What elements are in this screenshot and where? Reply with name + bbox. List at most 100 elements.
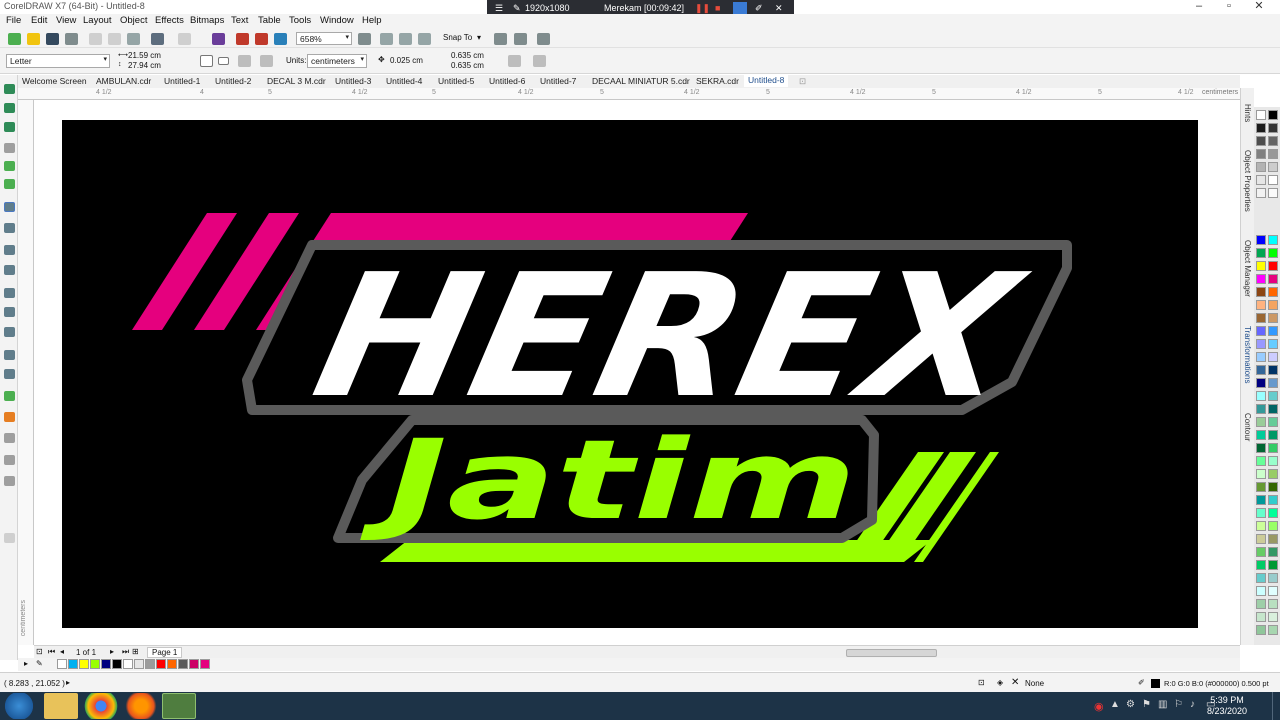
menu-window[interactable]: Window (320, 15, 354, 26)
tool-zoom-icon[interactable] (4, 143, 15, 153)
color-swatch[interactable] (1268, 123, 1278, 133)
coreldraw-icon[interactable] (162, 693, 196, 719)
color-swatch[interactable] (1256, 560, 1266, 570)
color-swatch[interactable] (1256, 469, 1266, 479)
color-swatch[interactable] (1256, 482, 1266, 492)
undo-icon[interactable] (151, 33, 164, 45)
color-swatch[interactable] (112, 659, 122, 669)
artwork-line2[interactable]: Jatim (359, 416, 857, 544)
horizontal-scrollbar-thumb[interactable] (846, 649, 937, 657)
add-page-icon[interactable]: ⊞ (132, 647, 139, 656)
color-swatch[interactable] (1256, 443, 1266, 453)
application-launcher-icon[interactable] (514, 33, 527, 45)
save-icon[interactable] (46, 33, 59, 45)
all-pages-icon[interactable] (238, 55, 251, 67)
color-swatch[interactable] (1256, 326, 1266, 336)
color-swatch[interactable] (1268, 274, 1278, 284)
color-swatch[interactable] (101, 659, 111, 669)
tool-transparency-icon[interactable] (4, 350, 15, 360)
color-swatch[interactable] (1256, 599, 1266, 609)
color-swatch[interactable] (156, 659, 166, 669)
color-swatch[interactable] (1268, 560, 1278, 570)
tool-pick-icon[interactable] (4, 84, 15, 94)
portrait-icon[interactable] (200, 55, 213, 67)
menu-icon[interactable]: ☰ (495, 3, 503, 14)
color-swatch[interactable] (1256, 287, 1266, 297)
tab-close-icon[interactable]: ⊡ (799, 76, 806, 87)
tray-icon[interactable]: ▲ (1110, 699, 1120, 710)
file-explorer-icon[interactable] (44, 693, 78, 719)
color-swatch[interactable] (1256, 149, 1266, 159)
color-swatch[interactable] (1256, 162, 1266, 172)
document-color-icon[interactable]: ⊡ (978, 678, 985, 687)
color-swatch[interactable] (1268, 326, 1278, 336)
color-swatch[interactable] (1268, 625, 1278, 635)
color-swatch[interactable] (1256, 586, 1266, 596)
duplicate-y-field[interactable]: 0.635 cm (451, 61, 484, 70)
color-swatch[interactable] (1256, 508, 1266, 518)
color-swatch[interactable] (1268, 162, 1278, 172)
color-swatch[interactable] (1268, 456, 1278, 466)
redo-icon[interactable] (178, 33, 191, 45)
tool-fill-icon[interactable] (4, 455, 15, 465)
vertical-ruler[interactable]: centimeters (18, 100, 34, 645)
new-document-icon[interactable] (8, 33, 21, 45)
page-nav-last-icon[interactable]: ⏭ (122, 647, 129, 657)
color-swatch[interactable] (1268, 248, 1278, 258)
page-width-field[interactable]: 21.59 cm (128, 51, 161, 60)
color-swatch[interactable] (1268, 547, 1278, 557)
tab-untitled-4[interactable]: Untitled-4 (386, 76, 422, 86)
zoom-level-field[interactable]: 658% ▾ (296, 32, 352, 45)
quick-customize-tools-icon[interactable] (4, 533, 15, 543)
duplicate-x-field[interactable]: 0.635 cm (451, 51, 484, 60)
color-swatch[interactable] (189, 659, 199, 669)
color-swatch[interactable] (1268, 508, 1278, 518)
color-swatch[interactable] (1256, 352, 1266, 362)
tab-decaal-miniatur-5[interactable]: DECAAL MINIATUR 5.cdr (592, 76, 690, 86)
color-swatch[interactable] (1268, 534, 1278, 544)
import-icon[interactable] (236, 33, 249, 45)
color-swatch[interactable] (1268, 365, 1278, 375)
menu-tools[interactable]: Tools (289, 15, 311, 26)
color-swatch[interactable] (1256, 339, 1266, 349)
tray-icon[interactable]: ⚑ (1142, 699, 1151, 710)
paste-icon[interactable] (127, 33, 140, 45)
network-icon[interactable]: ▥ (1158, 699, 1167, 710)
tool-connector-icon[interactable] (4, 307, 15, 317)
docker-object-manager[interactable]: Object Manager (1243, 240, 1252, 297)
tab-untitled-6[interactable]: Untitled-6 (489, 76, 525, 86)
color-swatch[interactable] (123, 659, 133, 669)
cut-icon[interactable] (89, 33, 102, 45)
tab-decal-3-m[interactable]: DECAL 3 M.cdr (267, 76, 326, 86)
color-swatch[interactable] (1256, 612, 1266, 622)
page-nav-prev-icon[interactable]: ◂ (60, 647, 64, 656)
color-swatch[interactable] (1268, 443, 1278, 453)
camera-icon[interactable] (733, 2, 747, 14)
tool-crop-icon[interactable] (4, 122, 15, 132)
snap-to-dropdown[interactable]: Snap To (443, 33, 472, 42)
tab-untitled-7[interactable]: Untitled-7 (540, 76, 576, 86)
color-swatch[interactable] (1256, 235, 1266, 245)
color-swatch[interactable] (1268, 391, 1278, 401)
color-swatch[interactable] (1268, 300, 1278, 310)
menu-layout[interactable]: Layout (83, 15, 112, 26)
options-icon[interactable] (494, 33, 507, 45)
color-swatch[interactable] (1268, 469, 1278, 479)
color-swatch[interactable] (1256, 378, 1266, 388)
color-swatch[interactable] (1256, 136, 1266, 146)
tray-icon[interactable]: ⚙ (1126, 699, 1135, 710)
tool-freehand-icon[interactable] (4, 161, 15, 171)
color-swatch[interactable] (1256, 123, 1266, 133)
tab-untitled-2[interactable]: Untitled-2 (215, 76, 251, 86)
chrome-icon[interactable] (84, 693, 118, 719)
color-swatch[interactable] (1256, 547, 1266, 557)
show-guidelines-icon[interactable] (418, 33, 431, 45)
color-swatch[interactable] (1268, 339, 1278, 349)
color-swatch[interactable] (1268, 136, 1278, 146)
firefox-icon[interactable] (124, 693, 158, 719)
palette-arrow-icon[interactable]: ▸ (24, 659, 28, 668)
show-rulers-icon[interactable] (380, 33, 393, 45)
eyedropper-icon[interactable]: ✎ (36, 659, 43, 668)
decal-artwork[interactable]: HEREX Jatim (62, 120, 1198, 628)
color-swatch[interactable] (1256, 573, 1266, 583)
